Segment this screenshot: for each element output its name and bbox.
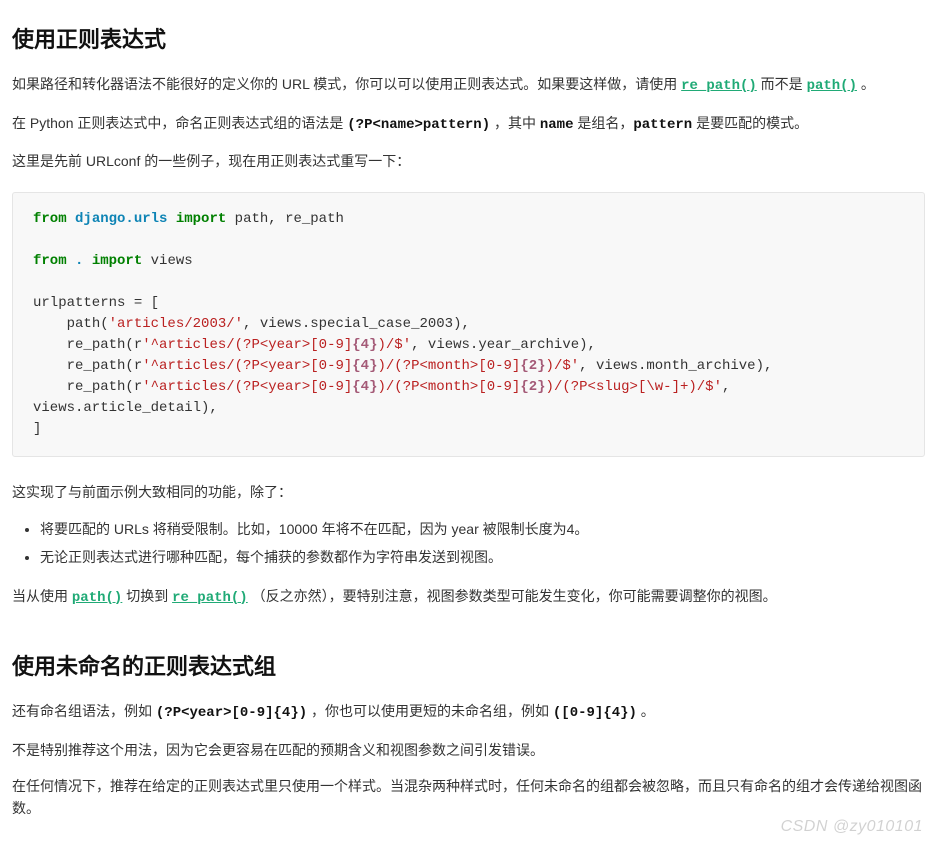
list-item: 无论正则表达式进行哪种匹配，每个捕获的参数都作为字符串发送到视图。 (40, 546, 925, 568)
str-regex-month: '^articles/(?P<year>[0-9] (142, 358, 352, 374)
text: 是组名， (573, 115, 633, 131)
code-text: re_path(r (33, 337, 142, 353)
str-regex-month-mid: )/(?P<month>[0-9] (378, 358, 521, 374)
paragraph-unnamed-3: 在任何情况下，推荐在给定的正则表达式里只使用一个样式。当混杂两种样式时，任何未命… (12, 775, 925, 820)
text: 。 (857, 76, 875, 92)
paragraph-intro-3: 这里是先前 URLconf 的一些例子，现在用正则表达式重写一下： (12, 150, 925, 172)
text: 当从使用 (12, 588, 72, 604)
str-regex-slug-end: )/(?P<slug>[\w-]+)/$' (546, 379, 722, 395)
str-regex-year: '^articles/(?P<year>[0-9] (142, 337, 352, 353)
code-text: re_path(r (33, 358, 142, 374)
paragraph-intro-2: 在 Python 正则表达式中，命名正则表达式组的语法是 (?P<name>pa… (12, 112, 925, 136)
paragraph-intro-1: 如果路径和转化器语法不能很好的定义你的 URL 模式，你可以可以使用正则表达式。… (12, 73, 925, 97)
esc-brace: {2} (520, 379, 545, 395)
mod-django-urls: django.urls (75, 211, 167, 227)
str-regex-slug: '^articles/(?P<year>[0-9] (142, 379, 352, 395)
differences-list: 将要匹配的 URLs 将稍受限制。比如，10000 年将不在匹配，因为 year… (12, 518, 925, 569)
str-regex-month-end: )/$' (546, 358, 580, 374)
kw-import: import (92, 253, 142, 269)
code-name: name (540, 117, 574, 133)
code-text: path, re_path (226, 211, 344, 227)
text: 而不是 (757, 76, 807, 92)
code-text: , views.special_case_2003), (243, 316, 470, 332)
text: ，你也可以使用更短的未命名组，例如 (307, 703, 553, 719)
code-text: , views.month_archive), (579, 358, 772, 374)
code-text: , views.year_archive), (411, 337, 596, 353)
paragraph-unnamed-1: 还有命名组语法，例如 (?P<year>[0-9]{4}) ，你也可以使用更短的… (12, 700, 925, 724)
code-unnamed-example: ([0-9]{4}) (553, 705, 637, 721)
code-text: views (142, 253, 192, 269)
link-re-path-2[interactable]: re_path() (172, 590, 248, 606)
code-pattern: pattern (633, 117, 692, 133)
mod-dot: . (75, 253, 83, 269)
str-regex-slug-mid1: )/(?P<month>[0-9] (378, 379, 521, 395)
kw-from: from (33, 253, 67, 269)
text: 切换到 (122, 588, 172, 604)
str-regex-year-end: )/$' (378, 337, 412, 353)
text: 还有命名组语法，例如 (12, 703, 156, 719)
text: 如果路径和转化器语法不能很好的定义你的 URL 模式，你可以可以使用正则表达式。… (12, 76, 681, 92)
text: ，其中 (490, 115, 540, 131)
link-path-2[interactable]: path() (72, 590, 122, 606)
code-text: path( (33, 316, 109, 332)
list-item: 将要匹配的 URLs 将稍受限制。比如，10000 年将不在匹配，因为 year… (40, 518, 925, 540)
paragraph-unnamed-2: 不是特别推荐这个用法，因为它会更容易在匹配的预期含义和视图参数之间引发错误。 (12, 739, 925, 761)
code-named-group-syntax: (?P<name>pattern) (347, 117, 490, 133)
code-named-example: (?P<year>[0-9]{4}) (156, 705, 307, 721)
text: 。 (637, 703, 655, 719)
code-text: re_path(r (33, 379, 142, 395)
link-path[interactable]: path() (807, 78, 857, 94)
code-block-urlconf: from django.urls import path, re_path fr… (12, 192, 925, 457)
text: （反之亦然），要特别注意，视图参数类型可能发生变化，你可能需要调整你的视图。 (248, 588, 777, 604)
kw-import: import (176, 211, 226, 227)
code-text: urlpatterns = [ (33, 295, 159, 311)
str-articles-2003: 'articles/2003/' (109, 316, 243, 332)
esc-brace: {4} (352, 358, 377, 374)
text: 是要匹配的模式。 (692, 115, 808, 131)
heading-regex: 使用正则表达式 (12, 22, 925, 57)
esc-brace: {2} (520, 358, 545, 374)
esc-brace: {4} (352, 379, 377, 395)
text: 在 Python 正则表达式中，命名正则表达式组的语法是 (12, 115, 347, 131)
kw-from: from (33, 211, 67, 227)
esc-brace: {4} (352, 337, 377, 353)
paragraph-switch-note: 当从使用 path() 切换到 re_path() （反之亦然），要特别注意，视… (12, 585, 925, 609)
heading-unnamed-regex: 使用未命名的正则表达式组 (12, 649, 925, 684)
code-text: ] (33, 421, 41, 437)
link-re-path[interactable]: re_path() (681, 78, 757, 94)
paragraph-differences: 这实现了与前面示例大致相同的功能，除了： (12, 481, 925, 503)
